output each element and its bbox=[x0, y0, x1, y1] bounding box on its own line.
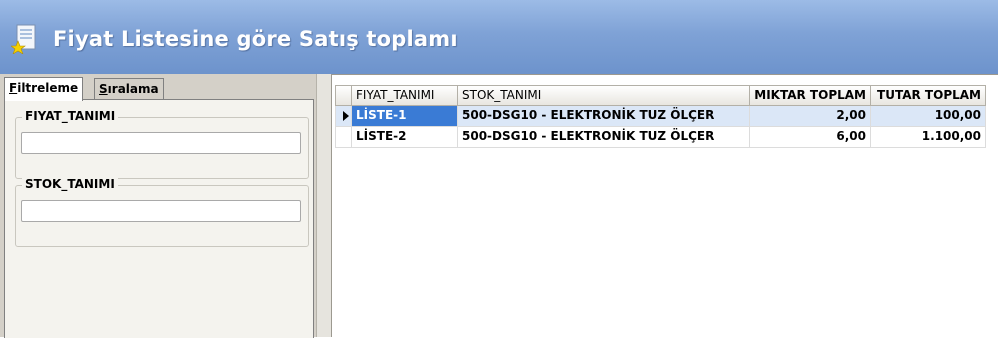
window-title: Fiyat Listesine göre Satış toplamı bbox=[53, 27, 458, 51]
cell-tutar-toplam[interactable]: 100,00 bbox=[871, 106, 986, 127]
stok-tanimi-group: STOK_TANIMI bbox=[15, 177, 309, 247]
table-row[interactable]: LİSTE-2 500-DSG10 - ELEKTRONİK TUZ ÖLÇER… bbox=[332, 127, 986, 148]
row-indicator bbox=[335, 106, 352, 127]
grid-header: FIYAT_TANIMI STOK_TANIMI MIKTAR TOPLAM T… bbox=[332, 85, 986, 106]
filter-panel: Filtreleme Sıralama FIYAT_TANIMI STOK_TA… bbox=[0, 74, 316, 338]
stok-tanimi-input[interactable] bbox=[21, 200, 301, 222]
panel-splitter[interactable] bbox=[316, 74, 332, 337]
results-grid: FIYAT_TANIMI STOK_TANIMI MIKTAR TOPLAM T… bbox=[332, 74, 998, 338]
cell-miktar-toplam[interactable]: 2,00 bbox=[750, 106, 871, 127]
fiyat-tanimi-input[interactable] bbox=[21, 132, 301, 154]
column-header-tutar-toplam[interactable]: TUTAR TOPLAM bbox=[871, 85, 986, 106]
fiyat-tanimi-label: FIYAT_TANIMI bbox=[22, 109, 119, 123]
cell-stok-tanimi[interactable]: 500-DSG10 - ELEKTRONİK TUZ ÖLÇER bbox=[458, 106, 750, 127]
cell-miktar-toplam[interactable]: 6,00 bbox=[750, 127, 871, 148]
column-header-fiyat-tanimi[interactable]: FIYAT_TANIMI bbox=[352, 85, 458, 106]
stok-tanimi-label: STOK_TANIMI bbox=[22, 177, 118, 191]
cell-fiyat-tanimi[interactable]: LİSTE-1 bbox=[352, 106, 458, 127]
document-star-icon bbox=[11, 24, 36, 54]
cell-fiyat-tanimi[interactable]: LİSTE-2 bbox=[352, 127, 458, 148]
header-indicator-cell bbox=[335, 85, 352, 106]
tab-filtreleme[interactable]: Filtreleme bbox=[4, 77, 84, 101]
tab-siralama[interactable]: Sıralama bbox=[94, 78, 164, 99]
row-indicator bbox=[335, 127, 352, 148]
cell-stok-tanimi[interactable]: 500-DSG10 - ELEKTRONİK TUZ ÖLÇER bbox=[458, 127, 750, 148]
table-row[interactable]: LİSTE-1 500-DSG10 - ELEKTRONİK TUZ ÖLÇER… bbox=[332, 106, 986, 127]
cell-tutar-toplam[interactable]: 1.100,00 bbox=[871, 127, 986, 148]
row-pointer-icon bbox=[343, 111, 349, 121]
column-header-stok-tanimi[interactable]: STOK_TANIMI bbox=[458, 85, 750, 106]
title-banner: Fiyat Listesine göre Satış toplamı bbox=[0, 0, 998, 75]
column-header-miktar-toplam[interactable]: MIKTAR TOPLAM bbox=[750, 85, 871, 106]
filter-tab-content: FIYAT_TANIMI STOK_TANIMI bbox=[4, 99, 314, 338]
fiyat-tanimi-group: FIYAT_TANIMI bbox=[15, 109, 309, 179]
